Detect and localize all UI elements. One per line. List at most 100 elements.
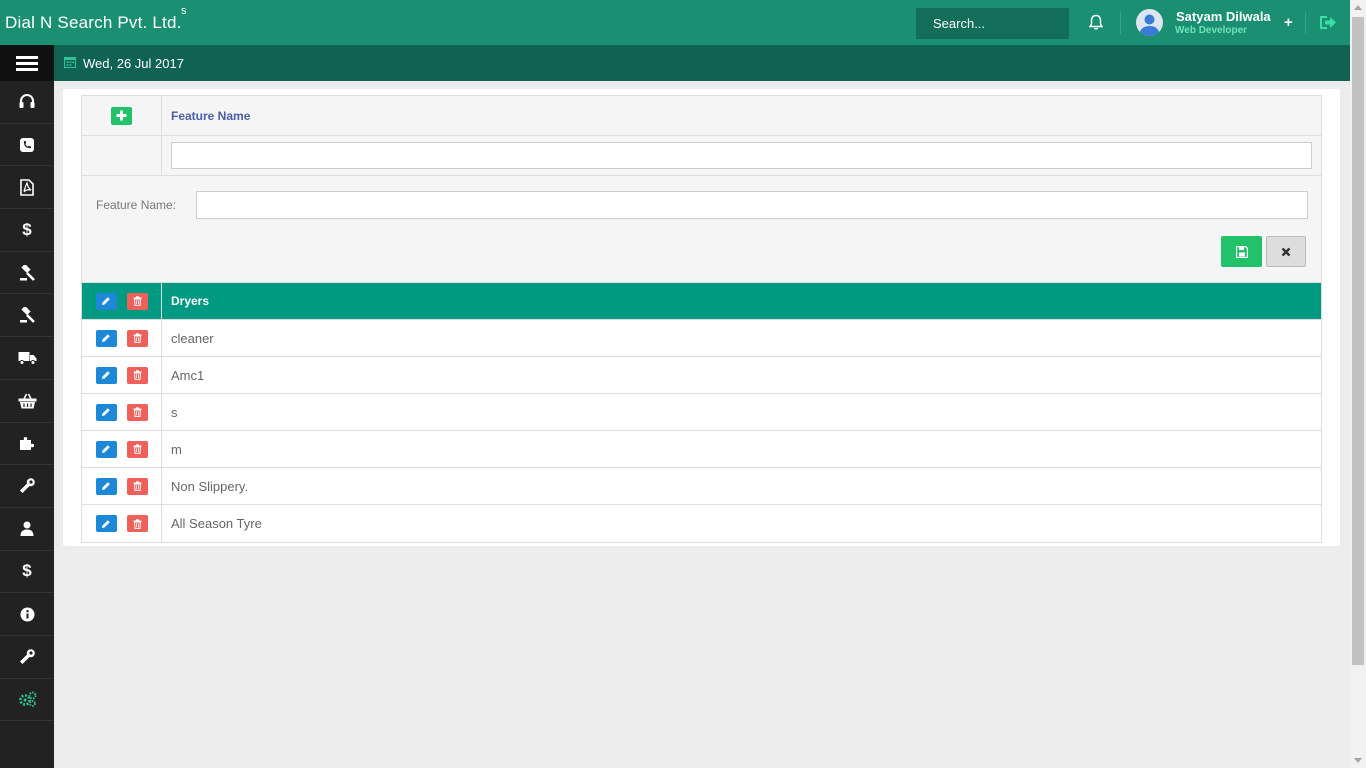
- sidebar-item-users[interactable]: [0, 508, 54, 551]
- sidebar-item-settings-tools[interactable]: [0, 636, 54, 679]
- wrench-icon: [20, 478, 35, 494]
- pencil-icon: [102, 297, 110, 305]
- phone-icon: [20, 137, 34, 152]
- delete-button[interactable]: [126, 292, 148, 310]
- logout-icon[interactable]: [1319, 14, 1337, 31]
- table-row[interactable]: cleaner: [82, 320, 1321, 357]
- dollar-icon: $: [22, 561, 32, 581]
- edit-button[interactable]: [95, 477, 117, 495]
- wrench-icon: [20, 648, 35, 664]
- scroll-up-arrow-icon[interactable]: [1354, 5, 1362, 10]
- feature-grid: Feature Name Feature Name: Dryers cleaner…: [81, 95, 1322, 543]
- current-date: Wed, 26 Jul 2017: [83, 56, 184, 71]
- floppy-disk-icon: [1235, 245, 1248, 258]
- trash-icon: [133, 296, 141, 306]
- top-header: Dial N Search Pvt. Ltd. s Satyam Dilwala…: [0, 0, 1350, 45]
- sidebar-item-calls[interactable]: [0, 124, 54, 167]
- sidebar-item-plugins[interactable]: [0, 423, 54, 466]
- table-row[interactable]: s: [82, 394, 1321, 431]
- trash-icon: [133, 407, 141, 417]
- bell-icon[interactable]: [1088, 14, 1104, 31]
- trash-icon: [133, 444, 141, 454]
- trash-icon: [133, 370, 141, 380]
- plus-icon: [116, 110, 127, 121]
- hamburger-menu-icon[interactable]: [0, 45, 54, 81]
- sidebar-item-payments[interactable]: $: [0, 551, 54, 594]
- sidebar-item-pdf[interactable]: [0, 166, 54, 210]
- brand-title[interactable]: Dial N Search Pvt. Ltd.: [5, 13, 182, 33]
- trash-icon: [133, 333, 141, 343]
- sidebar: $ $: [0, 81, 54, 768]
- sidebar-item-configuration[interactable]: [0, 679, 54, 722]
- table-row[interactable]: Dryers: [82, 283, 1321, 320]
- user-name[interactable]: Satyam Dilwala: [1176, 9, 1271, 24]
- gears-icon: [18, 691, 36, 708]
- sidebar-item-tools[interactable]: [0, 465, 54, 508]
- sidebar-item-billing[interactable]: $: [0, 209, 54, 252]
- sidebar-item-auction-2[interactable]: [0, 294, 54, 338]
- calendar-icon: [64, 57, 76, 68]
- page-scrollbar[interactable]: [1350, 0, 1366, 768]
- edit-form: Feature Name:: [82, 176, 1321, 283]
- feature-name-cell: All Season Tyre: [171, 516, 262, 531]
- feature-name-cell: Amc1: [171, 367, 205, 383]
- edit-button[interactable]: [95, 515, 117, 532]
- table-row[interactable]: Amc1: [82, 357, 1321, 394]
- pencil-icon: [102, 482, 110, 490]
- sidebar-item-auction[interactable]: [0, 252, 54, 295]
- grid-filter-row: [82, 136, 1321, 176]
- close-icon: [1281, 247, 1291, 256]
- table-row[interactable]: m: [82, 431, 1321, 468]
- gavel-icon: [19, 264, 35, 281]
- gavel-icon: [19, 307, 35, 324]
- column-header-feature-name[interactable]: Feature Name: [171, 109, 250, 123]
- avatar[interactable]: [1136, 9, 1163, 36]
- trash-icon: [133, 518, 141, 529]
- sidebar-item-delivery[interactable]: [0, 337, 54, 380]
- headset-icon: [19, 94, 35, 109]
- feature-name-filter-input[interactable]: [171, 142, 1312, 169]
- edit-button[interactable]: [95, 366, 117, 384]
- sidebar-item-shop[interactable]: [0, 380, 54, 423]
- edit-button[interactable]: [95, 403, 117, 421]
- feature-name-label: Feature Name:: [96, 198, 177, 212]
- sub-header: Wed, 26 Jul 2017: [0, 45, 1350, 81]
- table-row[interactable]: Non Slippery.: [82, 468, 1321, 505]
- puzzle-icon: [20, 437, 34, 451]
- feature-name-cell: s: [171, 404, 178, 420]
- delete-button[interactable]: [126, 403, 148, 421]
- pencil-icon: [102, 519, 110, 528]
- pencil-icon: [102, 334, 110, 342]
- edit-button[interactable]: [95, 440, 117, 458]
- sidebar-item-support[interactable]: [0, 81, 54, 124]
- pencil-icon: [102, 408, 110, 416]
- delete-button[interactable]: [126, 329, 148, 347]
- trash-icon: [133, 481, 141, 491]
- basket-icon: [18, 393, 36, 409]
- delete-button[interactable]: [126, 515, 148, 532]
- delete-button[interactable]: [126, 366, 148, 384]
- header-divider: [1305, 12, 1306, 34]
- grid-header: Feature Name: [82, 96, 1321, 136]
- info-icon: [20, 607, 34, 622]
- edit-button[interactable]: [95, 329, 117, 347]
- feature-name-cell: Dryers: [171, 294, 210, 308]
- sidebar-item-info[interactable]: [0, 593, 54, 636]
- save-button[interactable]: [1221, 236, 1262, 267]
- truck-icon: [18, 351, 36, 365]
- cancel-button[interactable]: [1266, 236, 1306, 267]
- feature-name-field[interactable]: [196, 191, 1308, 219]
- feature-name-cell: cleaner: [171, 330, 214, 346]
- search-input[interactable]: [916, 8, 1069, 39]
- delete-button[interactable]: [126, 440, 148, 458]
- scrollbar-thumb[interactable]: [1352, 17, 1364, 665]
- table-row[interactable]: All Season Tyre: [82, 505, 1321, 542]
- edit-button[interactable]: [95, 292, 117, 310]
- user-avatar-icon: [1139, 14, 1160, 36]
- delete-button[interactable]: [126, 477, 148, 495]
- plus-icon[interactable]: +: [1284, 14, 1293, 31]
- pdf-file-icon: [20, 178, 34, 196]
- scroll-down-arrow-icon[interactable]: [1354, 758, 1362, 763]
- add-button[interactable]: [111, 106, 132, 125]
- dollar-icon: $: [22, 219, 32, 239]
